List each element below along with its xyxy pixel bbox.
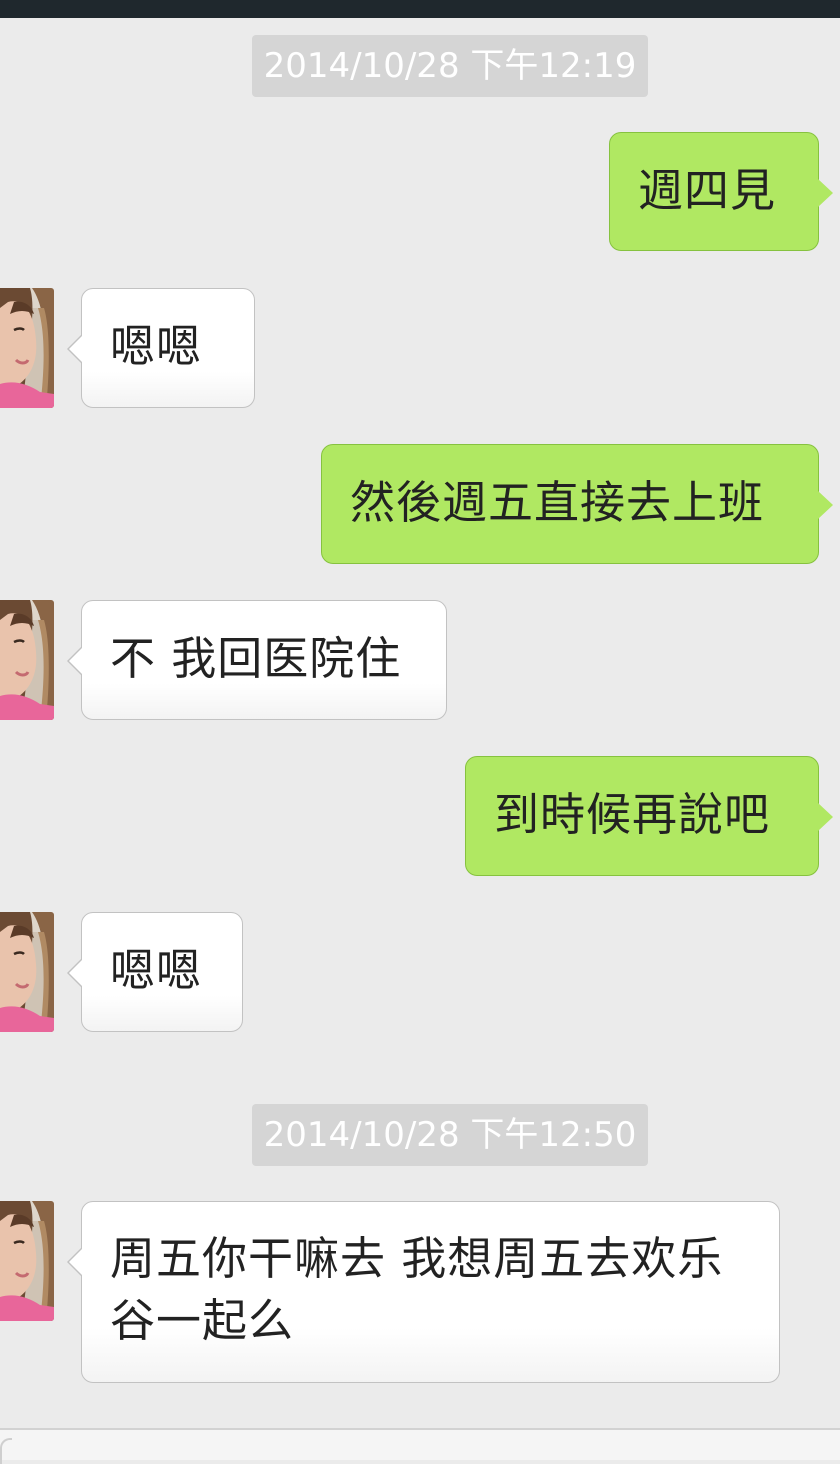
contact-avatar[interactable] xyxy=(0,600,54,720)
avatar-icon xyxy=(0,600,54,720)
avatar-icon xyxy=(0,912,54,1032)
outgoing-message-bubble[interactable]: 週四見 xyxy=(609,132,833,251)
incoming-message-bubble[interactable]: 嗯嗯 xyxy=(67,912,243,1032)
outgoing-message-bubble[interactable]: 然後週五直接去上班 xyxy=(321,444,833,564)
contact-avatar[interactable] xyxy=(0,1201,54,1321)
chat-area[interactable]: 2014/10/28 下午12:19 週四見 嗯嗯 然後週五直接去上班 不 我回… xyxy=(0,18,840,1428)
contact-avatar[interactable] xyxy=(0,912,54,1032)
avatar-icon xyxy=(0,1201,54,1321)
incoming-message-bubble[interactable]: 嗯嗯 xyxy=(67,288,255,408)
status-bar xyxy=(0,0,840,18)
timestamp-divider: 2014/10/28 下午12:19 xyxy=(252,35,648,97)
incoming-message-bubble[interactable]: 不 我回医院住 xyxy=(67,600,447,720)
avatar-icon xyxy=(0,288,54,408)
contact-avatar[interactable] xyxy=(0,288,54,408)
input-field-edge xyxy=(0,1438,12,1464)
message-input-bar[interactable] xyxy=(0,1428,840,1464)
incoming-message-bubble[interactable]: 周五你干嘛去 我想周五去欢乐谷一起么 xyxy=(67,1201,780,1383)
timestamp-divider: 2014/10/28 下午12:50 xyxy=(252,1104,648,1166)
outgoing-message-bubble[interactable]: 到時候再說吧 xyxy=(465,756,833,876)
